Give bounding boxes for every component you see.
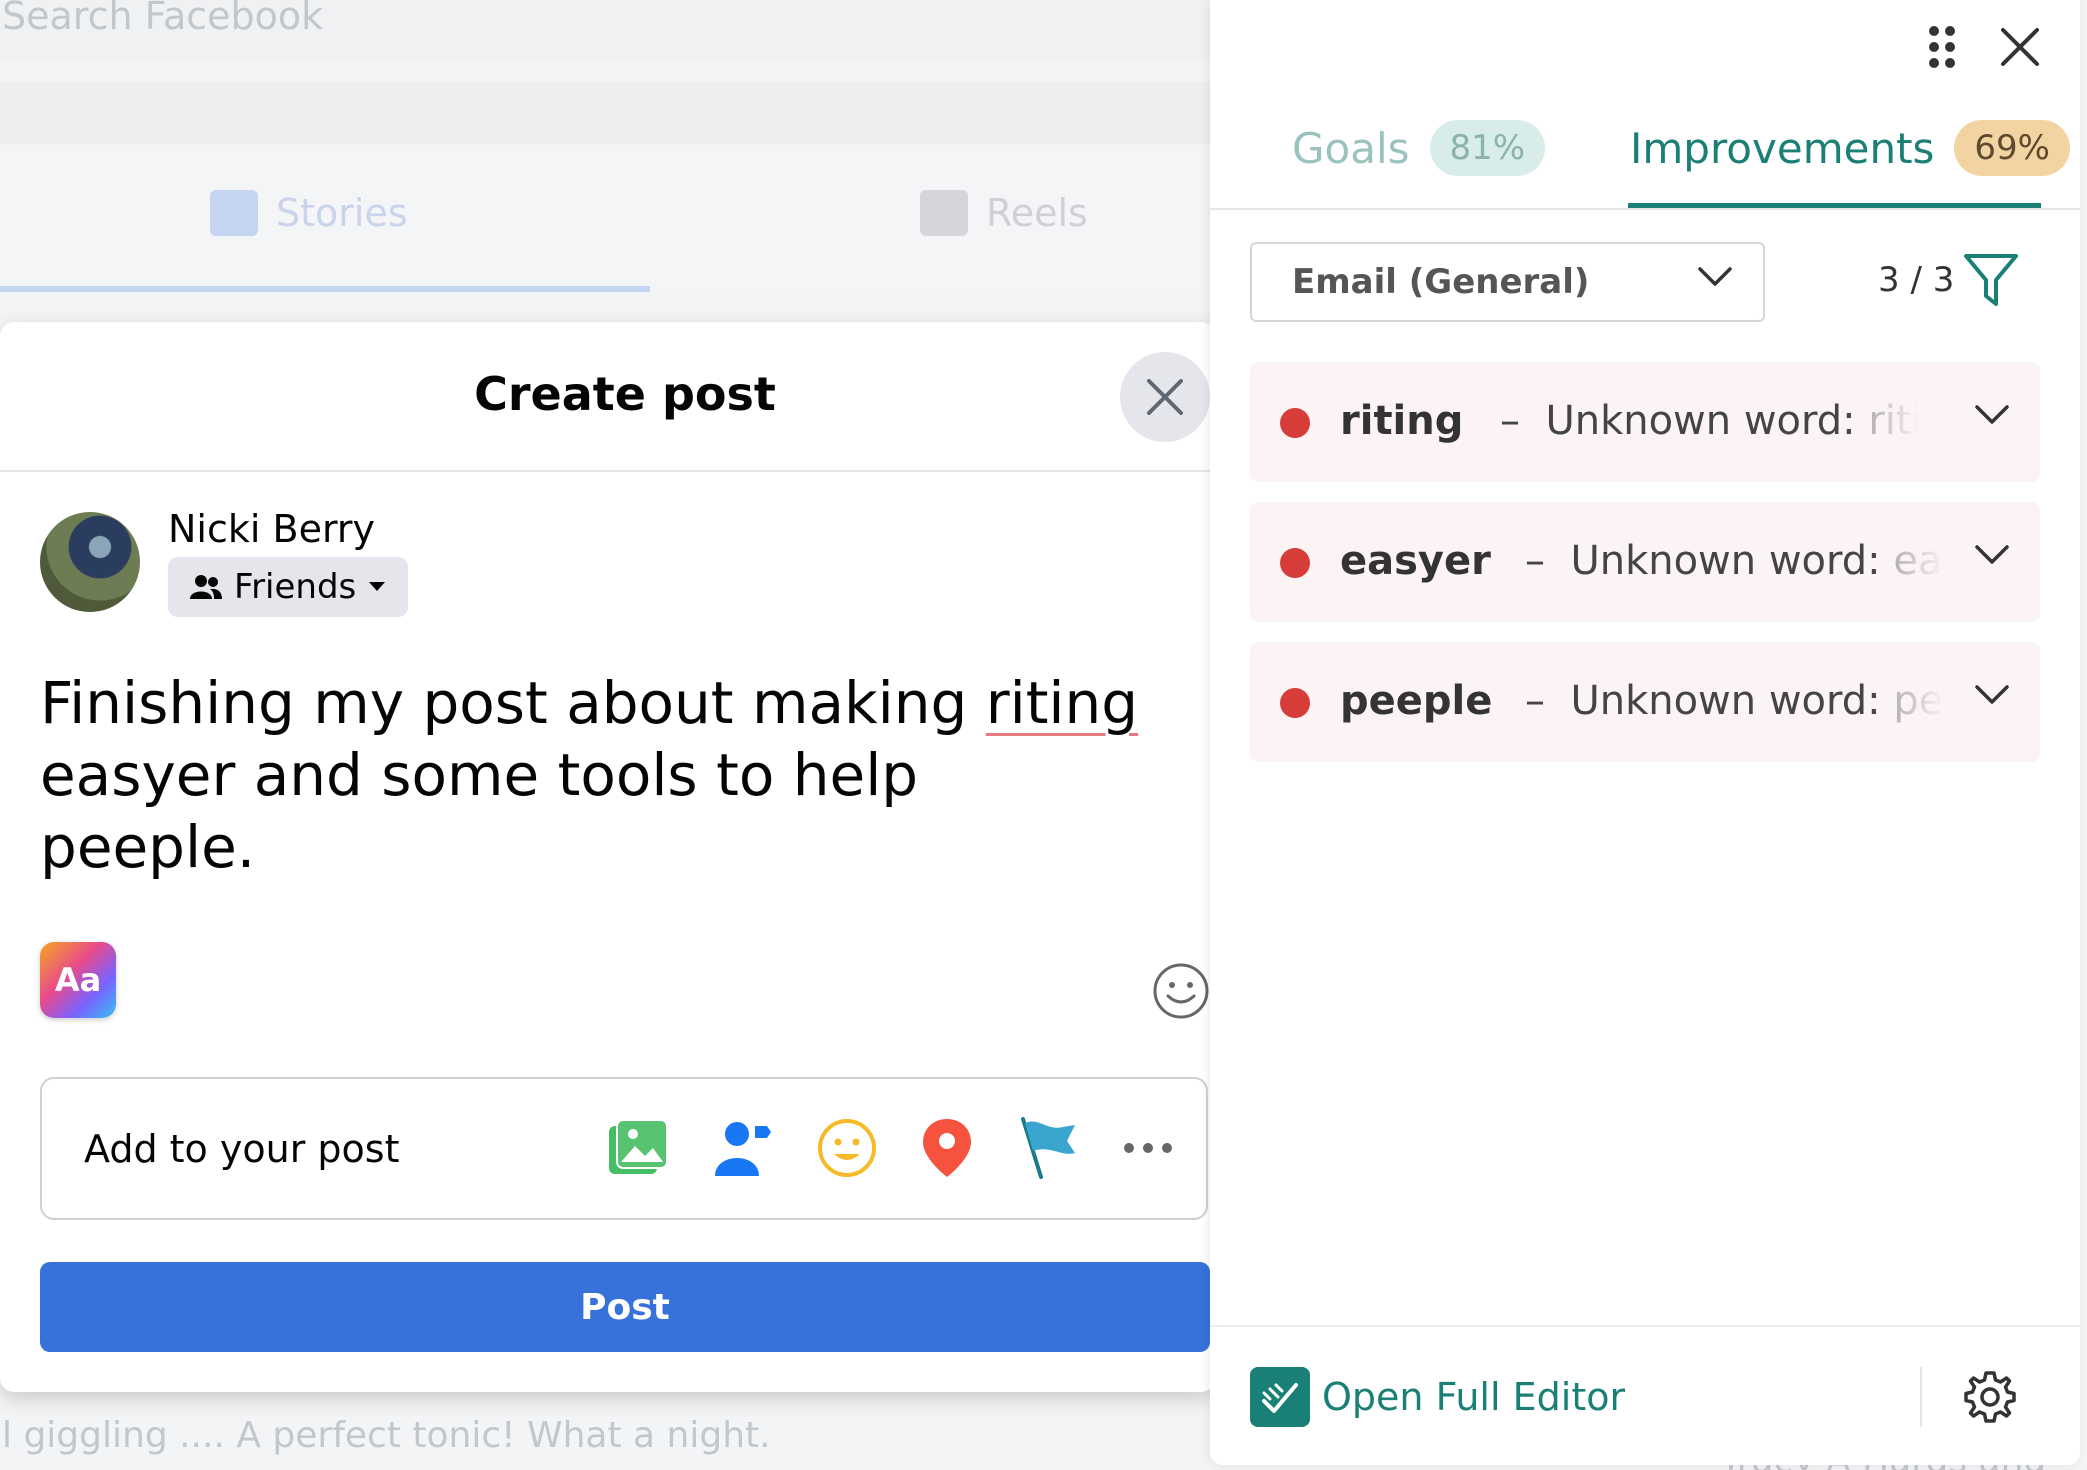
flag-icon[interactable] — [1017, 1117, 1079, 1179]
gear-icon[interactable] — [1962, 1369, 2018, 1425]
improvements-score-badge: 69% — [1954, 120, 2070, 176]
issue-desc-text: Unknown word: — [1570, 678, 1881, 724]
issue-card[interactable]: riting – Unknown word: riting — [1250, 362, 2040, 482]
chevron-down-icon — [1698, 267, 1732, 286]
friends-icon — [190, 575, 222, 599]
tag-people-icon[interactable] — [713, 1118, 773, 1178]
open-full-editor-label: Open Full Editor — [1322, 1375, 1626, 1419]
post-button[interactable]: Post — [40, 1262, 1210, 1352]
panel-tabs: Goals 81% Improvements 69% — [1210, 105, 2080, 210]
search-placeholder: Search Facebook — [2, 0, 324, 38]
tab-reels-label: Reels — [986, 191, 1088, 235]
error-dot — [1280, 548, 1310, 578]
close-dialog-button[interactable] — [1120, 352, 1210, 442]
dialog-title: Create post — [474, 367, 776, 421]
add-to-post-box: Add to your post — [40, 1077, 1208, 1220]
tab-improvements-label: Improvements — [1630, 123, 1935, 173]
more-options-icon[interactable] — [1123, 1142, 1173, 1154]
chevron-down-icon — [1975, 685, 2009, 704]
error-dot — [1280, 408, 1310, 438]
create-post-dialog: Create post Nicki Berry Friends Finishin… — [0, 322, 1215, 1392]
issue-card[interactable]: peeple – Unknown word: peeple — [1250, 642, 2040, 762]
issue-separator: – — [1500, 398, 1520, 444]
domain-dropdown[interactable]: Email (General) — [1250, 242, 1765, 322]
open-full-editor-button[interactable]: Open Full Editor — [1250, 1367, 1625, 1427]
grammarly-logo-icon — [1250, 1367, 1310, 1427]
goals-score-badge: 81% — [1429, 120, 1546, 176]
reels-icon — [920, 190, 968, 236]
user-name: Nicki Berry — [168, 507, 376, 551]
tab-stories-label: Stories — [276, 191, 408, 235]
chevron-down-icon — [1975, 405, 2009, 424]
issue-desc-word: riting — [1868, 398, 1920, 444]
issue-word: easyer — [1340, 538, 1491, 584]
issue-description: – Unknown word: riting — [1500, 398, 1920, 444]
close-icon[interactable] — [2000, 27, 2040, 67]
dialog-divider — [0, 470, 1215, 472]
add-to-post-label: Add to your post — [84, 1127, 400, 1171]
issue-desc-word: easyer — [1893, 538, 1945, 584]
post-text-area[interactable]: Finishing my post about making riting ea… — [40, 667, 1140, 883]
chevron-down-icon — [1975, 545, 2009, 564]
background-band — [0, 82, 1215, 144]
caret-down-icon — [369, 582, 386, 591]
tab-goals[interactable]: Goals 81% — [1292, 120, 1546, 176]
text-background-button[interactable]: Aa — [40, 942, 116, 1018]
grammarly-panel: Goals 81% Improvements 69% Email (Genera… — [1210, 0, 2080, 1465]
photo-video-icon[interactable] — [607, 1118, 669, 1178]
issue-word: peeple — [1340, 678, 1493, 724]
active-tab-underline — [0, 286, 650, 292]
tab-goals-label: Goals — [1292, 123, 1410, 173]
issue-desc-word: peeple — [1893, 678, 1945, 724]
issue-description: – Unknown word: easyer — [1525, 538, 1945, 584]
feeling-icon[interactable] — [817, 1118, 877, 1178]
footer-divider — [1920, 1367, 1922, 1427]
issue-desc-text: Unknown word: — [1570, 538, 1881, 584]
post-text-part: easyer and some tools to help peeple. — [40, 741, 919, 881]
avatar — [40, 512, 140, 612]
close-icon — [1147, 379, 1183, 415]
book-icon — [210, 190, 258, 236]
tab-stories[interactable]: Stories — [210, 190, 408, 236]
filter-icon[interactable] — [1962, 252, 2020, 310]
emoji-picker-button[interactable] — [1152, 962, 1210, 1024]
issue-desc-text: Unknown word: — [1545, 398, 1856, 444]
panel-footer: Open Full Editor — [1210, 1325, 2080, 1465]
issue-separator: – — [1525, 538, 1545, 584]
smiley-icon — [1153, 963, 1209, 1019]
tab-improvements[interactable]: Improvements 69% — [1630, 120, 2070, 176]
active-tab-underline — [1628, 203, 2041, 208]
dropdown-value: Email (General) — [1292, 262, 1590, 302]
issue-word: riting — [1340, 398, 1464, 444]
drag-handle-icon[interactable] — [1928, 25, 1956, 69]
issue-description: – Unknown word: peeple — [1525, 678, 1945, 724]
audience-label: Friends — [234, 567, 357, 607]
search-bar[interactable]: Search Facebook — [0, 0, 1215, 60]
issue-separator: – — [1525, 678, 1545, 724]
location-pin-icon[interactable] — [921, 1117, 973, 1179]
tab-reels[interactable]: Reels — [920, 190, 1088, 236]
feed-snippet: l giggling .... A perfect tonic! What a … — [2, 1415, 771, 1456]
audience-selector[interactable]: Friends — [168, 557, 409, 617]
issue-count: 3 / 3 — [1878, 260, 1955, 300]
add-to-post-icons — [607, 1117, 1173, 1179]
issue-card[interactable]: easyer – Unknown word: easyer — [1250, 502, 2040, 622]
post-text-part: Finishing my post about making — [40, 669, 986, 737]
error-dot — [1280, 688, 1310, 718]
panel-top-icons — [1928, 25, 2040, 69]
misspelled-word[interactable]: riting — [986, 669, 1138, 737]
